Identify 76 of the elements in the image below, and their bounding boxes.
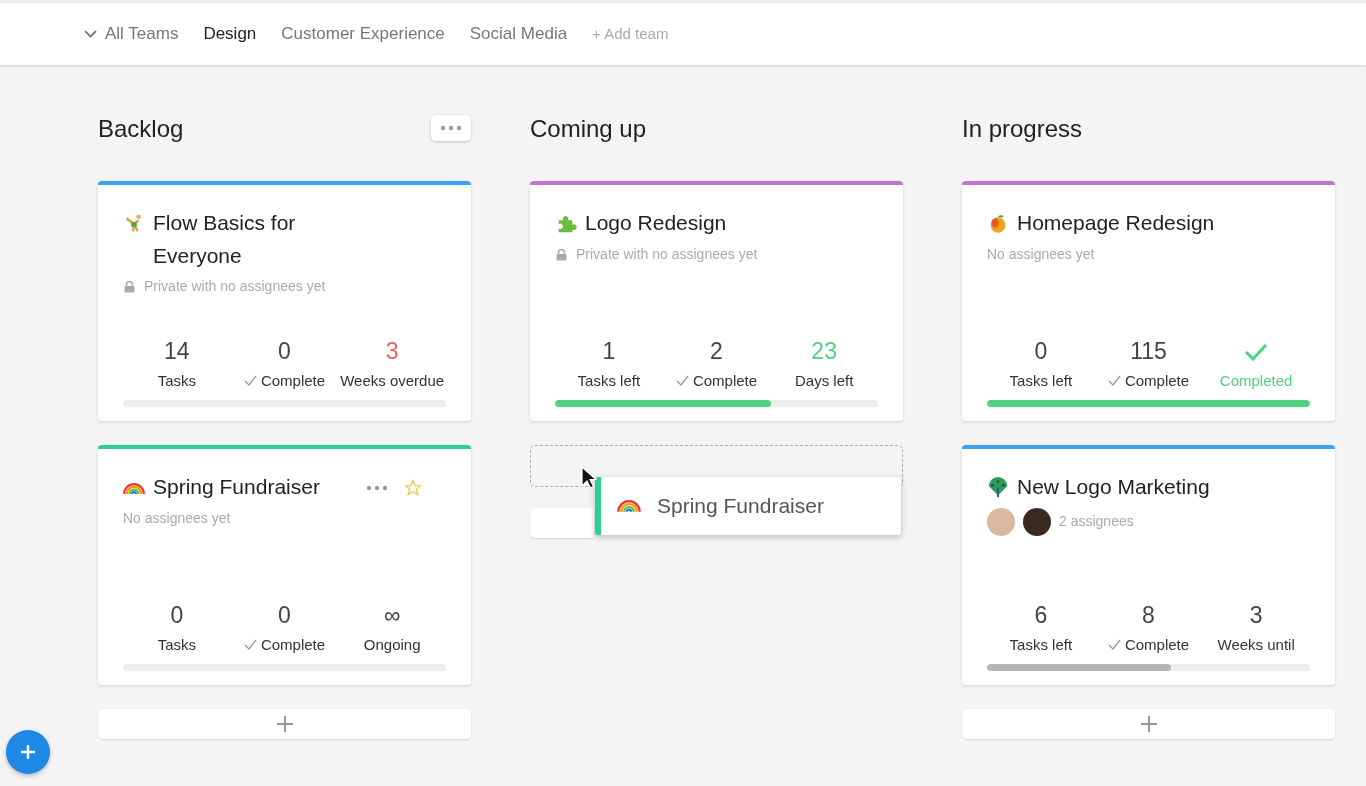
cursor-icon xyxy=(581,465,597,490)
card-title: Spring Fundraiser xyxy=(153,474,321,500)
check-icon xyxy=(1107,639,1121,651)
dragged-card-title: Spring Fundraiser xyxy=(657,493,824,520)
card-title: Flow Basics for Everyone xyxy=(153,210,297,269)
check-icon xyxy=(675,375,689,387)
stat-label: Complete xyxy=(1124,634,1190,655)
plus-icon xyxy=(20,744,36,760)
more-icon xyxy=(366,485,388,491)
stat-value: 14 xyxy=(164,337,190,366)
avatar xyxy=(1023,507,1051,536)
add-card-button[interactable] xyxy=(530,508,594,538)
team-tab[interactable]: Customer Experience xyxy=(281,21,445,47)
add-button[interactable] xyxy=(6,730,50,774)
assignee-status: No assignees yet xyxy=(123,508,231,528)
project-card[interactable]: New Logo Marketing 2 assignees 6 Tasks left 8 Complete 3 Weeks until xyxy=(962,445,1335,685)
stat-value: 8 xyxy=(1142,601,1155,630)
stat-value: 1 xyxy=(602,337,616,366)
column-title: Coming up xyxy=(530,115,647,144)
plus-icon xyxy=(1139,715,1158,733)
stat-label: Tasks left xyxy=(1009,370,1073,391)
stat-value: 0 xyxy=(278,337,291,366)
team-tab[interactable]: Design xyxy=(203,21,257,47)
stat-value: 2 xyxy=(710,337,723,366)
star-button[interactable] xyxy=(404,479,422,497)
stat-label: Tasks left xyxy=(577,370,641,391)
card-title: Homepage Redesign xyxy=(1017,210,1216,236)
column-menu-button[interactable] xyxy=(431,115,471,141)
assignee-status: No assignees yet xyxy=(987,244,1095,264)
stat-value: 0 xyxy=(170,601,184,630)
check-icon xyxy=(1107,375,1121,387)
assignee-status: Private with no assignees yet xyxy=(576,244,758,264)
stat-value: 0 xyxy=(1034,337,1048,366)
card-menu-button[interactable] xyxy=(366,485,388,491)
stat-label: Complete xyxy=(260,370,326,391)
stat-value: 3 xyxy=(1249,601,1263,630)
project-card[interactable]: Logo Redesign Private with no assignees yet 1 Tasks left 2 Complete 23 Days left xyxy=(530,181,903,421)
dragged-card[interactable]: Spring Fundraiser xyxy=(595,477,901,535)
team-tab[interactable]: Social Media xyxy=(469,21,568,47)
column-title: Backlog xyxy=(98,115,184,144)
stat-label: Weeks until xyxy=(1217,634,1295,655)
stat-label: Ongoing xyxy=(363,634,421,655)
project-card[interactable]: Flow Basics for Everyone Private with no assignees yet 14 Tasks 0 Complete 3 Weeks overdue xyxy=(98,181,471,421)
avatar xyxy=(987,507,1015,536)
check-icon xyxy=(243,639,257,651)
stat-label: Complete xyxy=(1124,370,1190,391)
rainbow-icon xyxy=(123,483,145,495)
stat-label: Completed xyxy=(1219,370,1293,391)
rainbow-icon xyxy=(617,499,641,513)
more-icon xyxy=(440,125,462,131)
team-dropdown[interactable]: All Teams xyxy=(84,21,179,47)
stat-label: Days left xyxy=(794,370,854,391)
add-card-button[interactable] xyxy=(98,709,471,739)
add-card-button[interactable] xyxy=(962,709,1335,739)
plus-icon xyxy=(275,715,294,733)
assignee-status: Private with no assignees yet xyxy=(144,277,326,297)
project-card[interactable]: Homepage Redesign No assignees yet 0 Tasks left 115 Complete Completed xyxy=(962,181,1335,421)
stat-value: 23 xyxy=(811,337,837,366)
stat-value: 115 xyxy=(1130,337,1167,366)
assignee-status: 2 assignees xyxy=(1059,512,1134,532)
column-title: In progress xyxy=(962,115,1083,144)
project-card[interactable]: Spring Fundraiser No assignees yet 0 Tasks 0 Complete ∞ Ongoing xyxy=(98,445,471,685)
stat-value: 0 xyxy=(278,601,291,630)
stat-value: 3 xyxy=(385,337,399,366)
stat-label: Complete xyxy=(260,634,326,655)
stat-value: 6 xyxy=(1034,601,1048,630)
stat-label: Tasks left xyxy=(1009,634,1073,655)
chevron-down-icon xyxy=(84,30,97,38)
card-title: Logo Redesign xyxy=(585,210,728,236)
card-title: New Logo Marketing xyxy=(1017,474,1211,500)
stat-value: ∞ xyxy=(383,601,401,630)
check-icon xyxy=(243,375,257,387)
stat-label: Weeks overdue xyxy=(340,370,445,391)
stat-label: Complete xyxy=(692,370,758,391)
stat-label: Tasks xyxy=(157,634,196,655)
stat-label: Tasks xyxy=(157,370,196,391)
